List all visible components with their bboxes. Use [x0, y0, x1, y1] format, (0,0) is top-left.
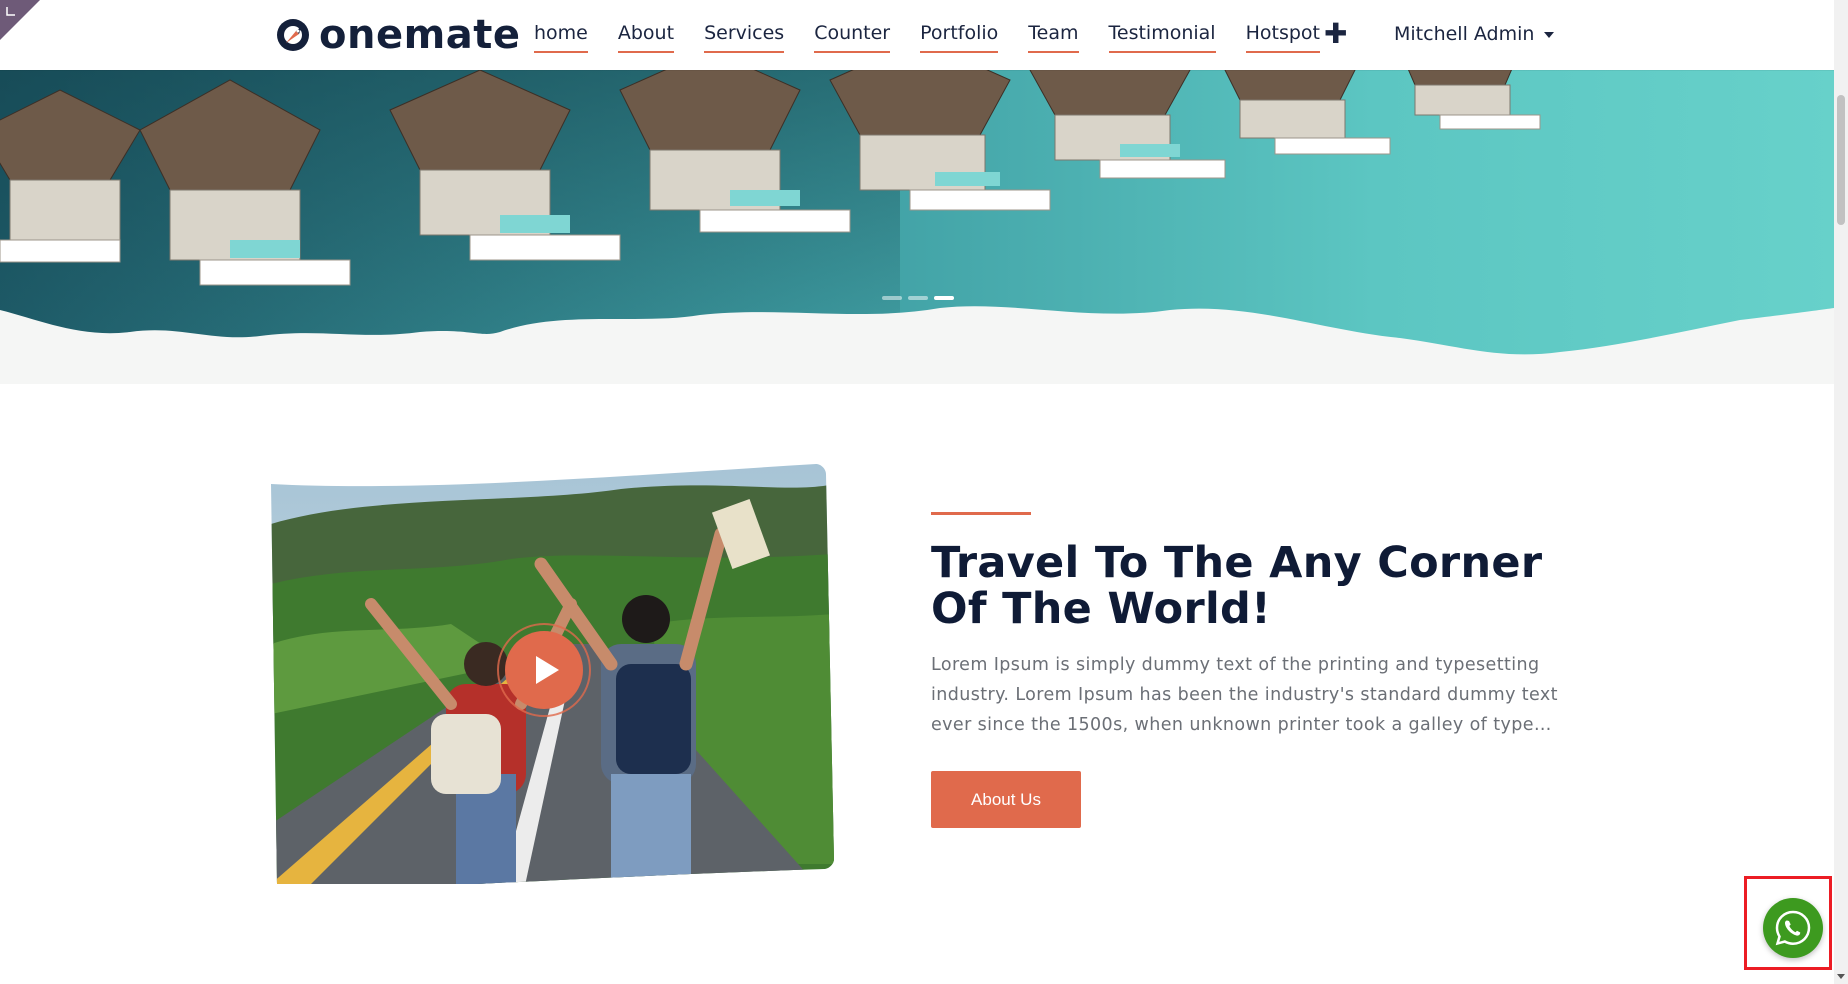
video-play-button[interactable]: [494, 620, 594, 720]
nav-item-testimonial[interactable]: Testimonial: [1108, 17, 1216, 53]
main-nav: home About Services Counter Portfolio Te…: [534, 0, 1350, 70]
nav-item-services[interactable]: Services: [704, 17, 785, 53]
scroll-down-arrow-icon[interactable]: [1837, 974, 1845, 979]
hero-image: [0, 70, 1834, 384]
nav-item-counter[interactable]: Counter: [814, 17, 891, 53]
section-accent-line: [931, 512, 1031, 515]
slider-dot-2[interactable]: [908, 296, 928, 300]
page-scrollbar[interactable]: [1834, 0, 1848, 984]
site-header: onemate home About Services Counter Port…: [0, 0, 1834, 70]
slider-dot-3[interactable]: [934, 296, 954, 300]
slider-dot-1[interactable]: [882, 296, 902, 300]
nav-item-hotspot[interactable]: Hotspot: [1245, 17, 1320, 53]
about-us-button[interactable]: About Us: [931, 771, 1081, 828]
plus-icon: ✚: [1324, 18, 1348, 49]
chevron-down-icon: [1544, 32, 1555, 38]
logo-rocket-icon: [277, 19, 309, 51]
logo-text: onemate: [319, 12, 521, 58]
whatsapp-icon: [1775, 910, 1811, 946]
user-name: Mitchell Admin: [1394, 23, 1535, 45]
slider-dots: [882, 296, 954, 300]
hero-banner: [0, 70, 1834, 384]
user-dropdown[interactable]: Mitchell Admin: [1394, 22, 1555, 46]
nav-item-about[interactable]: About: [617, 17, 675, 53]
scrollbar-thumb[interactable]: [1837, 95, 1845, 225]
about-description: Lorem Ipsum is simply dummy text of the …: [931, 655, 1558, 735]
add-menu-button[interactable]: ✚: [1324, 18, 1347, 50]
editor-corner-icon[interactable]: [0, 0, 40, 40]
site-logo[interactable]: onemate: [275, 14, 521, 56]
nav-item-portfolio[interactable]: Portfolio: [920, 17, 999, 53]
about-title: Travel To The Any Corner Of The World!: [931, 538, 1543, 634]
play-icon: [497, 623, 591, 717]
whatsapp-button[interactable]: [1763, 898, 1823, 958]
nav-item-home[interactable]: home: [534, 17, 588, 53]
nav-item-team[interactable]: Team: [1028, 17, 1079, 53]
